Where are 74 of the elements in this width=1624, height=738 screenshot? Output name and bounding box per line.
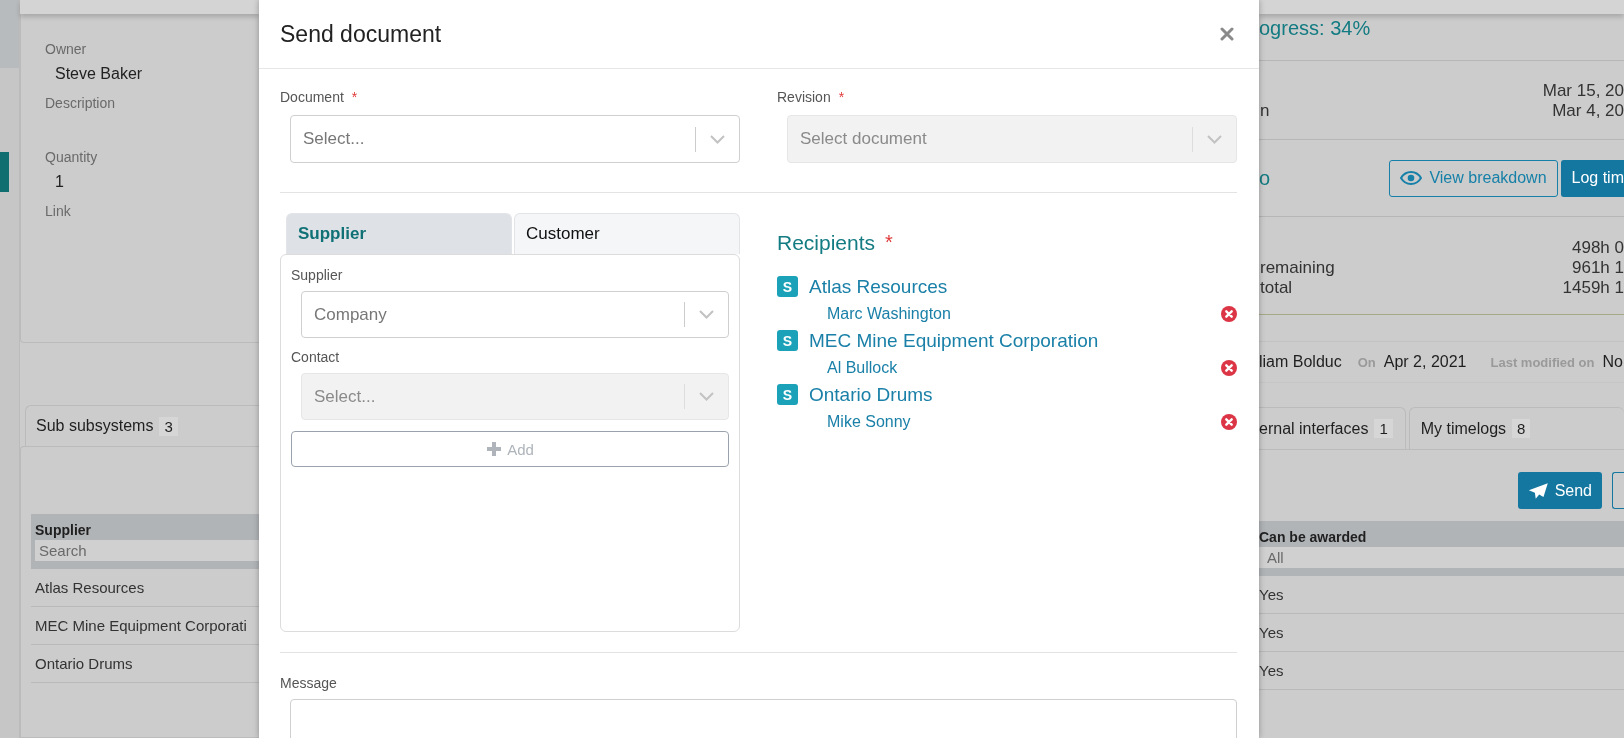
hours-value: 498h 0	[1572, 238, 1624, 258]
hours-value: 961h 1	[1572, 258, 1624, 278]
remove-icon[interactable]	[1221, 413, 1237, 430]
count-badge: 8	[1512, 419, 1531, 438]
field-label: Document	[280, 89, 344, 107]
remove-icon[interactable]	[1221, 359, 1237, 376]
date-value: Mar 4, 20	[1552, 101, 1624, 121]
section-title: o	[1259, 166, 1271, 190]
toolbar-button[interactable]	[1612, 472, 1624, 509]
remove-icon[interactable]	[1221, 305, 1237, 322]
field-label: Contact	[291, 348, 341, 367]
select-field[interactable]: Select...	[290, 115, 740, 163]
date-value: Mar 15, 20	[1542, 81, 1624, 101]
field-label: Link	[45, 202, 72, 221]
progress-text: ogress: 34%	[1259, 18, 1372, 41]
chevron-icon	[699, 310, 714, 319]
hours-value: 1459h 1	[1562, 278, 1624, 298]
tab[interactable]: Supplier	[286, 213, 512, 254]
tab-label: Sub subsystems	[36, 417, 154, 435]
field-label: n	[1260, 101, 1270, 121]
chevron-icon	[710, 134, 725, 144]
tab[interactable]: My timelogs 8	[1408, 407, 1624, 449]
required-mark: *	[838, 89, 845, 107]
tab[interactable]: Customer	[514, 213, 740, 254]
field-label: Supplier	[291, 266, 344, 285]
field-value: Steve Baker	[54, 64, 144, 84]
tab-label: ernal interfaces	[1259, 419, 1369, 438]
field-label: Owner	[45, 40, 88, 59]
send-button[interactable]: Send	[1518, 472, 1602, 509]
supplier-badge: S	[777, 330, 798, 351]
action-button[interactable]: View breakdown	[1389, 159, 1558, 197]
close-icon[interactable]	[1220, 27, 1234, 41]
company-link[interactable]: Ontario Drums	[809, 383, 933, 406]
required-mark: *	[885, 231, 893, 255]
tab-label: My timelogs	[1420, 419, 1507, 438]
field-value: 1	[54, 172, 65, 192]
action-button[interactable]: Log tim	[1560, 159, 1624, 197]
sidebar-marker	[0, 152, 9, 192]
table-cell: Yes	[1259, 614, 1624, 652]
column-header: Supplier	[35, 522, 92, 538]
field-label: Quantity	[45, 148, 99, 167]
eye-icon	[1400, 171, 1423, 185]
supplier-badge: S	[777, 384, 798, 405]
field-label: Message	[280, 675, 338, 691]
select-field[interactable]: Company	[301, 291, 729, 338]
paper-plane-icon	[1528, 480, 1549, 501]
author-name: liam Bolduc	[1259, 352, 1342, 372]
field-label: total	[1260, 278, 1293, 298]
section-title: Recipients	[777, 231, 876, 255]
field-label: remaining	[1260, 258, 1335, 278]
field-label: Revision	[777, 89, 831, 107]
date-value: No	[1602, 352, 1623, 372]
table-cell: Yes	[1259, 652, 1624, 690]
column-header: Can be awarded	[1259, 529, 1368, 545]
tab[interactable]: Sub subsystems 3	[25, 405, 259, 446]
field-label: Description	[45, 94, 117, 113]
date-value: Apr 2, 2021	[1383, 352, 1467, 372]
tab[interactable]: ernal interfaces 1	[1259, 407, 1406, 449]
dialog-title: Send document	[280, 20, 442, 48]
required-mark: *	[351, 89, 358, 107]
plus-icon	[486, 441, 503, 457]
contact-link[interactable]: Al Bullock	[827, 358, 898, 377]
chevron-icon	[699, 392, 714, 401]
filter-field[interactable]: Search	[35, 540, 259, 561]
count-badge: 1	[1374, 419, 1393, 438]
count-badge: 3	[159, 416, 178, 436]
contact-link[interactable]: Mike Sonny	[827, 412, 911, 431]
company-link[interactable]: Atlas Resources	[809, 275, 948, 298]
table-cell: Yes	[1259, 576, 1624, 614]
filter-field[interactable]: All	[1259, 547, 1624, 568]
company-link[interactable]: MEC Mine Equipment Corporation	[809, 329, 1099, 352]
supplier-badge: S	[777, 276, 798, 297]
contact-link[interactable]: Marc Washington	[827, 304, 951, 323]
chevron-icon	[1207, 134, 1222, 144]
